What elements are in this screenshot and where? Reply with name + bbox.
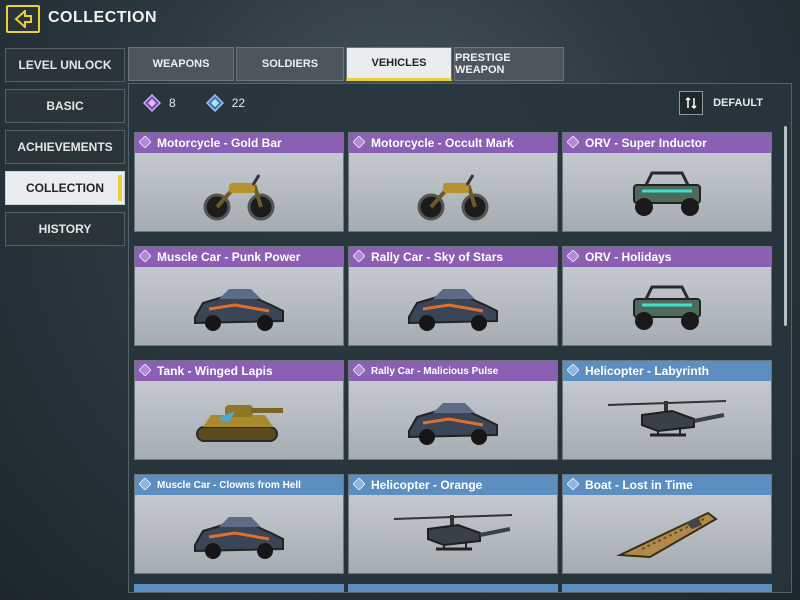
card-header: Tank - Winged Lapis [135,361,343,381]
vehicle-card-orv-super-inductor[interactable]: ORV - Super Inductor [562,132,772,232]
partial-card-header [562,584,772,592]
card-header: ORV - Holidays [563,247,771,267]
card-header: Muscle Car - Punk Power [135,247,343,267]
vehicle-card-helicopter-labyrinth[interactable]: Helicopter - Labyrinth [562,360,772,460]
card-title: ORV - Super Inductor [585,136,707,150]
purple-count: 8 [143,94,176,112]
purple-count-value: 8 [169,96,176,110]
purple-rarity-diamond-icon [352,134,366,151]
card-header: Muscle Car - Clowns from Hell [135,475,343,495]
card-title: Helicopter - Orange [371,478,483,492]
vehicle-card-tank-winged-lapis[interactable]: Tank - Winged Lapis [134,360,344,460]
card-header: Boat - Lost in Time [563,475,771,495]
card-header: Motorcycle - Occult Mark [349,133,557,153]
card-header: Rally Car - Sky of Stars [349,247,557,267]
card-title: Rally Car - Malicious Pulse [371,365,499,377]
motorcycle-icon [349,153,557,231]
motorcycle-icon [135,153,343,231]
vehicle-card-rally-car-sky-of-stars[interactable]: Rally Car - Sky of Stars [348,246,558,346]
helicopter-icon [563,381,771,459]
vehicle-card-muscle-car-clowns-from-hell[interactable]: Muscle Car - Clowns from Hell [134,474,344,574]
sidebar-item-label: COLLECTION [26,181,104,195]
card-header: Rally Car - Malicious Pulse [349,361,557,381]
card-title: Helicopter - Labyrinth [585,364,710,378]
sidebar-item-level-unlock[interactable]: LEVEL UNLOCK [5,48,125,82]
purple-rarity-diamond-icon [352,248,366,265]
vehicle-grid: Motorcycle - Gold Bar Motorcycle - Occult… [134,132,774,574]
card-title: Muscle Car - Clowns from Hell [157,479,301,491]
purple-rarity-diamond-icon [138,134,152,151]
card-header: Motorcycle - Gold Bar [135,133,343,153]
tab-vehicles[interactable]: VEHICLES [346,47,452,81]
vehicle-card-motorcycle-occult-mark[interactable]: Motorcycle - Occult Mark [348,132,558,232]
purple-rarity-diamond-icon [138,248,152,265]
card-title: Muscle Car - Punk Power [157,250,301,264]
orv-icon [563,153,771,231]
sidebar: LEVEL UNLOCK BASIC ACHIEVEMENTS COLLECTI… [5,48,125,253]
tank-icon [135,381,343,459]
blue-rarity-diamond-icon [138,476,152,493]
back-arrow-icon [14,10,32,28]
sidebar-item-collection[interactable]: COLLECTION [5,171,125,205]
sidebar-item-label: BASIC [46,99,84,113]
blue-diamond-icon [205,94,224,112]
vehicle-card-orv-holidays[interactable]: ORV - Holidays [562,246,772,346]
partial-card-header [134,584,344,592]
tab-weapons[interactable]: WEAPONS [128,47,234,81]
sidebar-item-label: HISTORY [38,222,92,236]
card-title: Rally Car - Sky of Stars [371,250,504,264]
collection-panel: 8 22 DEFAULT Motorcycle - Gold Bar Motorc… [128,83,792,593]
partial-card-header [348,584,558,592]
car-icon [349,381,557,459]
sidebar-item-history[interactable]: HISTORY [5,212,125,246]
card-title: Motorcycle - Occult Mark [371,136,514,150]
purple-rarity-diamond-icon [138,362,152,379]
sort-label: DEFAULT [713,97,763,109]
page-title: COLLECTION [48,9,157,26]
vehicle-card-muscle-car-punk-power[interactable]: Muscle Car - Punk Power [134,246,344,346]
vehicle-card-motorcycle-gold-bar[interactable]: Motorcycle - Gold Bar [134,132,344,232]
card-title: Tank - Winged Lapis [157,364,273,378]
sort-icon [685,96,697,110]
blue-count: 22 [205,94,246,112]
tab-soldiers[interactable]: SOLDIERS [236,47,344,81]
car-icon [349,267,557,345]
purple-rarity-diamond-icon [352,362,366,379]
vehicle-card-helicopter-orange[interactable]: Helicopter - Orange [348,474,558,574]
purple-rarity-diamond-icon [566,248,580,265]
sidebar-item-label: LEVEL UNLOCK [18,58,112,72]
car-icon [135,267,343,345]
tab-prestige-weapon[interactable]: PRESTIGE WEAPON [454,47,564,81]
helicopter-icon [349,495,557,573]
back-button[interactable] [6,5,40,33]
blue-rarity-diamond-icon [352,476,366,493]
category-tabs: WEAPONS SOLDIERS VEHICLES PRESTIGE WEAPO… [128,47,566,81]
card-header: Helicopter - Orange [349,475,557,495]
sidebar-item-achievements[interactable]: ACHIEVEMENTS [5,130,125,164]
vehicle-card-rally-car-malicious-pulse[interactable]: Rally Car - Malicious Pulse [348,360,558,460]
car-icon [135,495,343,573]
scrollbar[interactable] [784,126,787,326]
purple-diamond-icon [143,94,161,112]
next-row-partial [134,584,776,592]
blue-rarity-diamond-icon [566,476,580,493]
sidebar-item-label: ACHIEVEMENTS [17,140,113,154]
sort-button[interactable] [679,91,704,115]
rarity-stats: 8 22 [143,94,275,112]
card-title: ORV - Holidays [585,250,672,264]
vehicle-card-boat-lost-in-time[interactable]: Boat - Lost in Time [562,474,772,574]
card-title: Boat - Lost in Time [585,478,693,492]
orv-icon [563,267,771,345]
card-header: Helicopter - Labyrinth [563,361,771,381]
card-header: ORV - Super Inductor [563,133,771,153]
top-bar: COLLECTION [0,0,800,40]
blue-count-value: 22 [231,96,246,110]
purple-rarity-diamond-icon [566,134,580,151]
sidebar-item-basic[interactable]: BASIC [5,89,125,123]
blue-rarity-diamond-icon [566,362,580,379]
boat-icon [563,495,771,573]
card-title: Motorcycle - Gold Bar [157,136,282,150]
sort-control[interactable]: DEFAULT [679,91,763,115]
